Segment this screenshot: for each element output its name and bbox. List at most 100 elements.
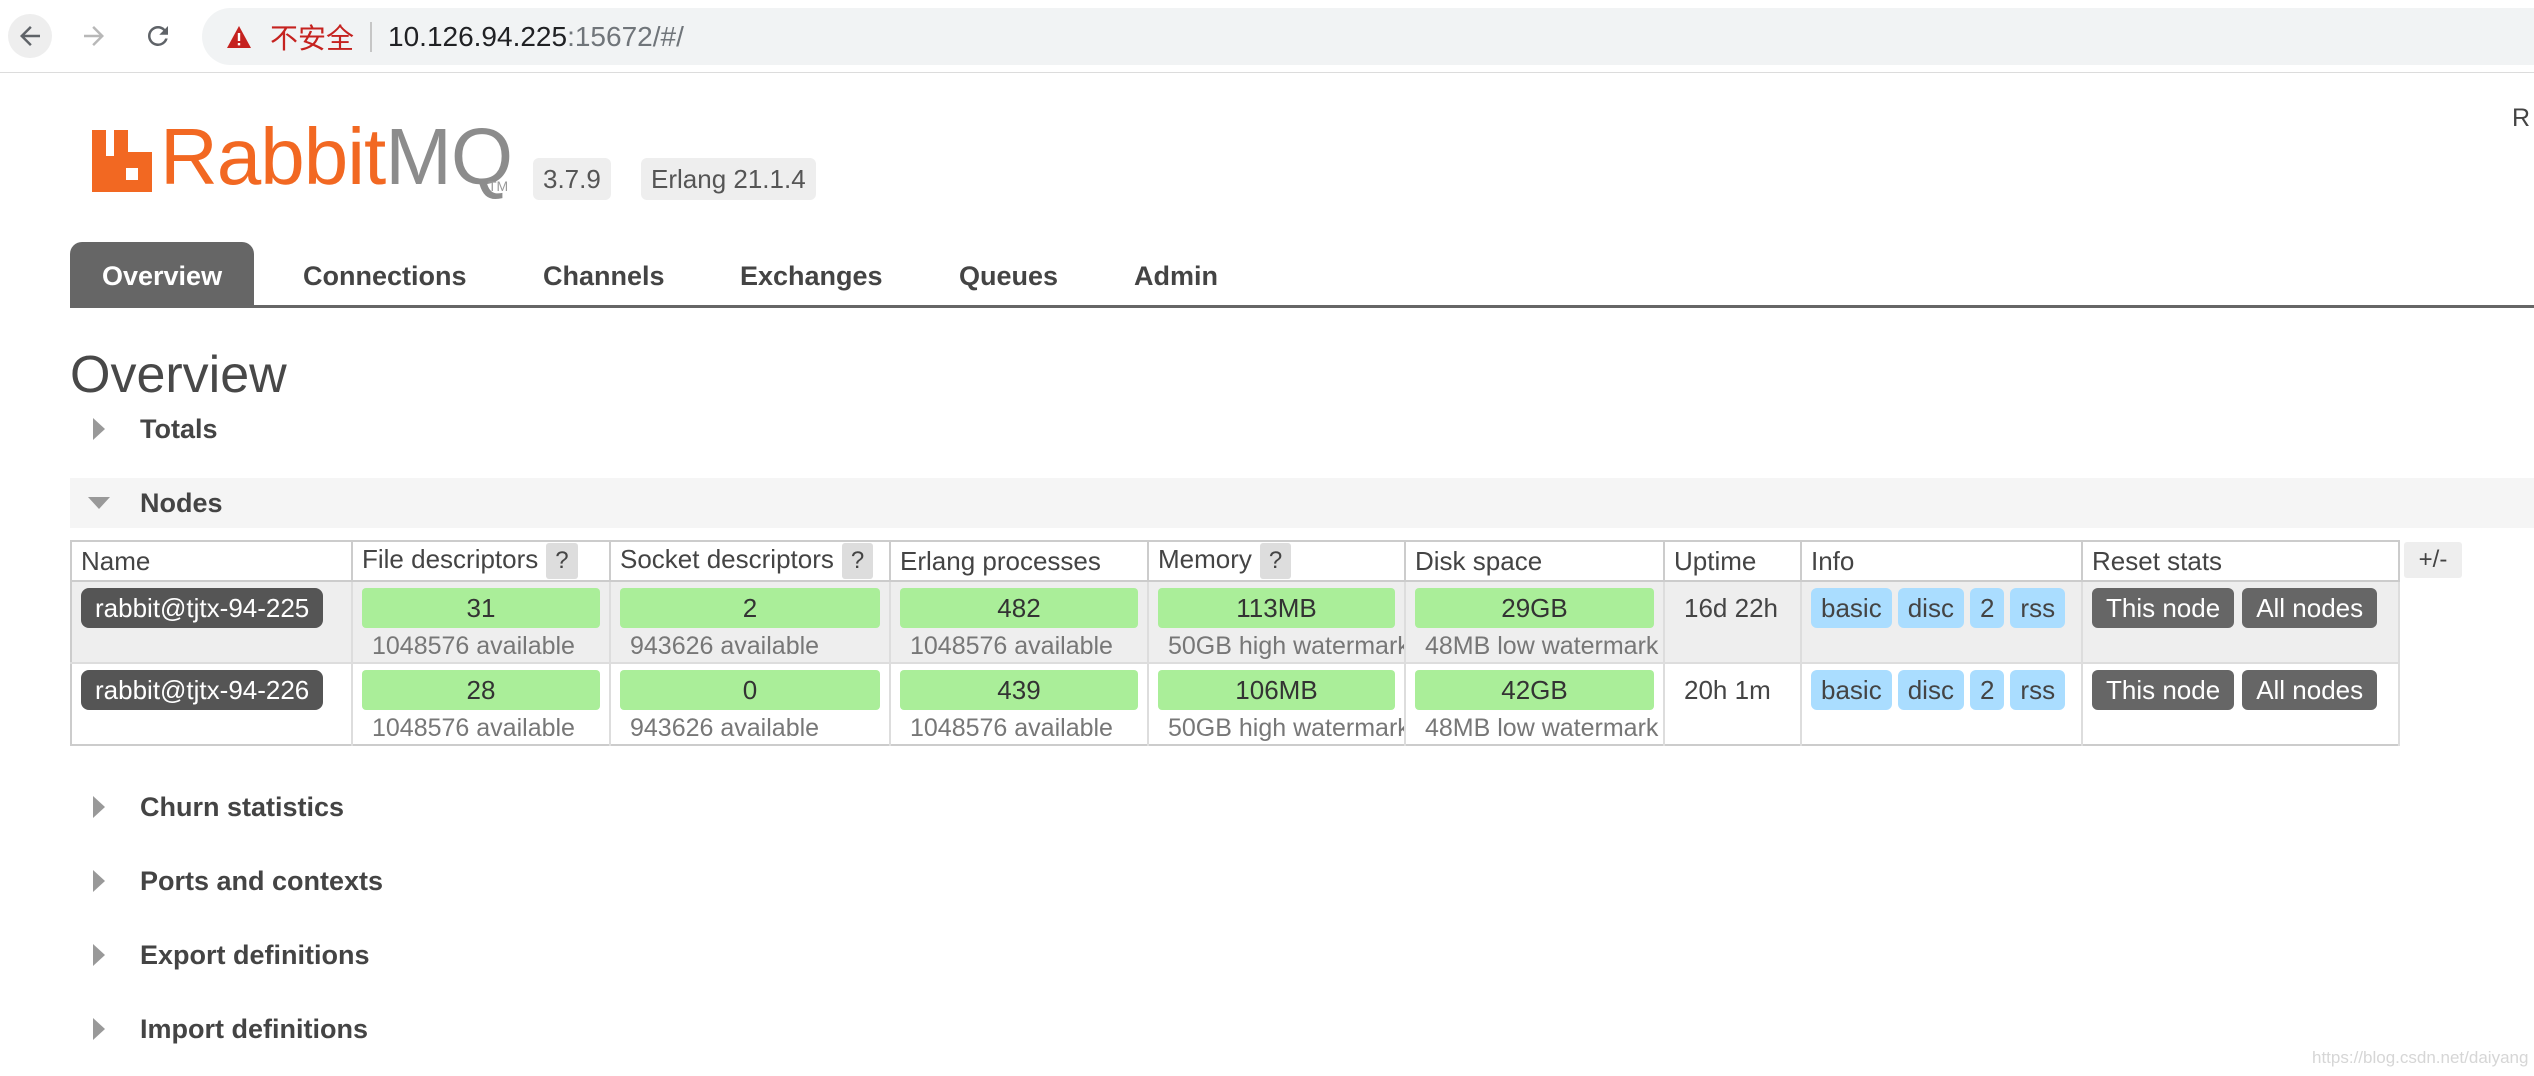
col-erlang-processes[interactable]: Erlang processes — [890, 541, 1149, 582]
erlang-processes-cell: 482 1048576 available — [890, 581, 1149, 663]
disk-space-cell: 42GB 48MB low watermark — [1405, 662, 1665, 745]
reset-all-nodes-button[interactable]: All nodes — [2242, 670, 2378, 710]
col-disk-space[interactable]: Disk space — [1405, 541, 1665, 582]
reset-all-nodes-button[interactable]: All nodes — [2242, 588, 2378, 628]
reset-this-node-button[interactable]: This node — [2092, 670, 2235, 710]
col-reset-stats[interactable]: Reset stats — [2082, 541, 2400, 582]
uptime-value: 20h 1m — [1684, 675, 1771, 705]
table-row: rabbit@tjtx-94-226 28 1048576 available … — [71, 662, 2400, 745]
node-name-link[interactable]: rabbit@tjtx-94-226 — [81, 670, 324, 710]
address-divider — [370, 21, 373, 52]
disk-watermark: 48MB low watermark — [1425, 632, 1659, 660]
expand-triangle-icon — [88, 870, 110, 892]
file-descriptors-meter: 31 — [362, 588, 600, 628]
collapse-triangle-icon — [88, 492, 110, 514]
expand-triangle-icon — [88, 796, 110, 818]
section-ports-label: Ports and contexts — [140, 865, 384, 896]
section-totals[interactable]: Totals — [70, 404, 2534, 454]
user-info-truncated: R — [2512, 104, 2531, 132]
disk-watermark: 48MB low watermark — [1425, 714, 1659, 742]
tab-admin[interactable]: Admin — [1134, 242, 1218, 306]
erlang-processes-available: 1048576 available — [910, 632, 1113, 660]
col-info[interactable]: Info — [1801, 541, 2083, 582]
help-memory-button[interactable]: ? — [1259, 543, 1292, 579]
info-cell: basic disc 2 rss — [1801, 662, 2083, 745]
socket-descriptors-available: 943626 available — [630, 714, 820, 742]
back-arrow-icon — [20, 26, 40, 46]
rabbit-logo-icon — [92, 130, 152, 192]
erlang-processes-meter: 482 — [900, 588, 1138, 628]
forward-arrow-icon — [84, 26, 104, 46]
section-ports-and-contexts[interactable]: Ports and contexts — [70, 856, 2534, 906]
info-badge-disc[interactable]: disc — [1897, 588, 1964, 628]
reload-icon — [148, 25, 168, 46]
socket-descriptors-meter: 0 — [620, 670, 880, 710]
node-name-link[interactable]: rabbit@tjtx-94-225 — [81, 588, 324, 628]
info-badge-rss[interactable]: rss — [2010, 588, 2066, 628]
reload-button[interactable] — [136, 14, 180, 58]
col-socket-descriptors[interactable]: Socket descriptors? — [610, 541, 891, 582]
reset-stats-cell: This node All nodes — [2082, 581, 2400, 663]
page-title: Overview — [70, 346, 287, 404]
rabbitmq-version-badge: 3.7.9 — [533, 158, 611, 200]
blog-watermark: https://blog.csdn.net/daiyang — [2312, 1048, 2529, 1067]
uptime-value: 16d 22h — [1684, 593, 1778, 623]
info-badge-basic[interactable]: basic — [1811, 588, 1892, 628]
rabbitmq-logo[interactable]: RabbitMQ TM — [92, 116, 513, 200]
tab-overview[interactable]: Overview — [70, 242, 255, 306]
file-descriptors-available: 1048576 available — [372, 632, 575, 660]
reset-this-node-button[interactable]: This node — [2092, 588, 2235, 628]
info-badge-basic[interactable]: basic — [1811, 670, 1892, 710]
tab-exchanges[interactable]: Exchanges — [740, 242, 883, 306]
uptime-cell: 16d 22h — [1664, 581, 1802, 663]
info-badge-rss[interactable]: rss — [2010, 670, 2066, 710]
warning-icon — [226, 24, 252, 50]
disk-space-cell: 29GB 48MB low watermark — [1405, 581, 1665, 663]
back-button[interactable] — [8, 14, 52, 58]
section-export-label: Export definitions — [140, 939, 370, 970]
col-name[interactable]: Name — [71, 541, 353, 582]
browser-toolbar: 不安全 10.126.94.225:15672/#/ — [0, 0, 2534, 73]
section-export-definitions[interactable]: Export definitions — [70, 930, 2534, 980]
logo-trademark: TM — [488, 178, 509, 194]
nodes-table: Name File descriptors? Socket descriptor… — [70, 540, 2400, 746]
info-cell: basic disc 2 rss — [1801, 581, 2083, 663]
memory-watermark: 50GB high watermark — [1168, 632, 1405, 660]
url-host: 10.126.94.225 — [388, 20, 568, 52]
socket-descriptors-cell: 0 943626 available — [610, 662, 891, 745]
security-status[interactable]: 不安全 — [270, 17, 354, 57]
section-totals-label: Totals — [140, 413, 218, 444]
section-churn-statistics[interactable]: Churn statistics — [70, 782, 2534, 832]
col-file-descriptors[interactable]: File descriptors? — [352, 541, 611, 582]
disk-space-meter: 42GB — [1415, 670, 1654, 710]
address-bar[interactable]: 不安全 10.126.94.225:15672/#/ — [202, 8, 2534, 65]
socket-descriptors-meter: 2 — [620, 588, 880, 628]
col-file-descriptors-label: File descriptors — [362, 544, 539, 574]
column-toggle-button[interactable]: +/- — [2404, 542, 2462, 578]
info-badge-count[interactable]: 2 — [1969, 588, 2005, 628]
disk-space-meter: 29GB — [1415, 588, 1654, 628]
col-memory[interactable]: Memory? — [1148, 541, 1406, 582]
memory-meter: 113MB — [1158, 588, 1395, 628]
erlang-processes-meter: 439 — [900, 670, 1138, 710]
url-text[interactable]: 10.126.94.225:15672/#/ — [388, 21, 684, 53]
section-nodes[interactable]: Nodes — [70, 478, 2534, 528]
help-socket-descriptors-button[interactable]: ? — [841, 543, 874, 579]
tab-channels[interactable]: Channels — [543, 242, 665, 306]
logo-wordmark: RabbitMQ — [160, 116, 513, 198]
logo-rabbit-text: Rabbit — [160, 112, 386, 201]
section-import-definitions[interactable]: Import definitions — [70, 1004, 2534, 1054]
section-nodes-label: Nodes — [140, 487, 223, 518]
section-churn-label: Churn statistics — [140, 791, 345, 822]
info-badge-count[interactable]: 2 — [1969, 670, 2005, 710]
info-badge-disc[interactable]: disc — [1897, 670, 1964, 710]
help-file-descriptors-button[interactable]: ? — [546, 543, 578, 579]
file-descriptors-available: 1048576 available — [372, 714, 575, 742]
forward-button[interactable] — [72, 14, 116, 58]
reset-stats-cell: This node All nodes — [2082, 662, 2400, 745]
col-uptime[interactable]: Uptime — [1664, 541, 1802, 582]
tab-connections[interactable]: Connections — [303, 242, 467, 306]
erlang-processes-cell: 439 1048576 available — [890, 662, 1149, 745]
tab-queues[interactable]: Queues — [959, 242, 1058, 306]
file-descriptors-cell: 31 1048576 available — [352, 581, 611, 663]
